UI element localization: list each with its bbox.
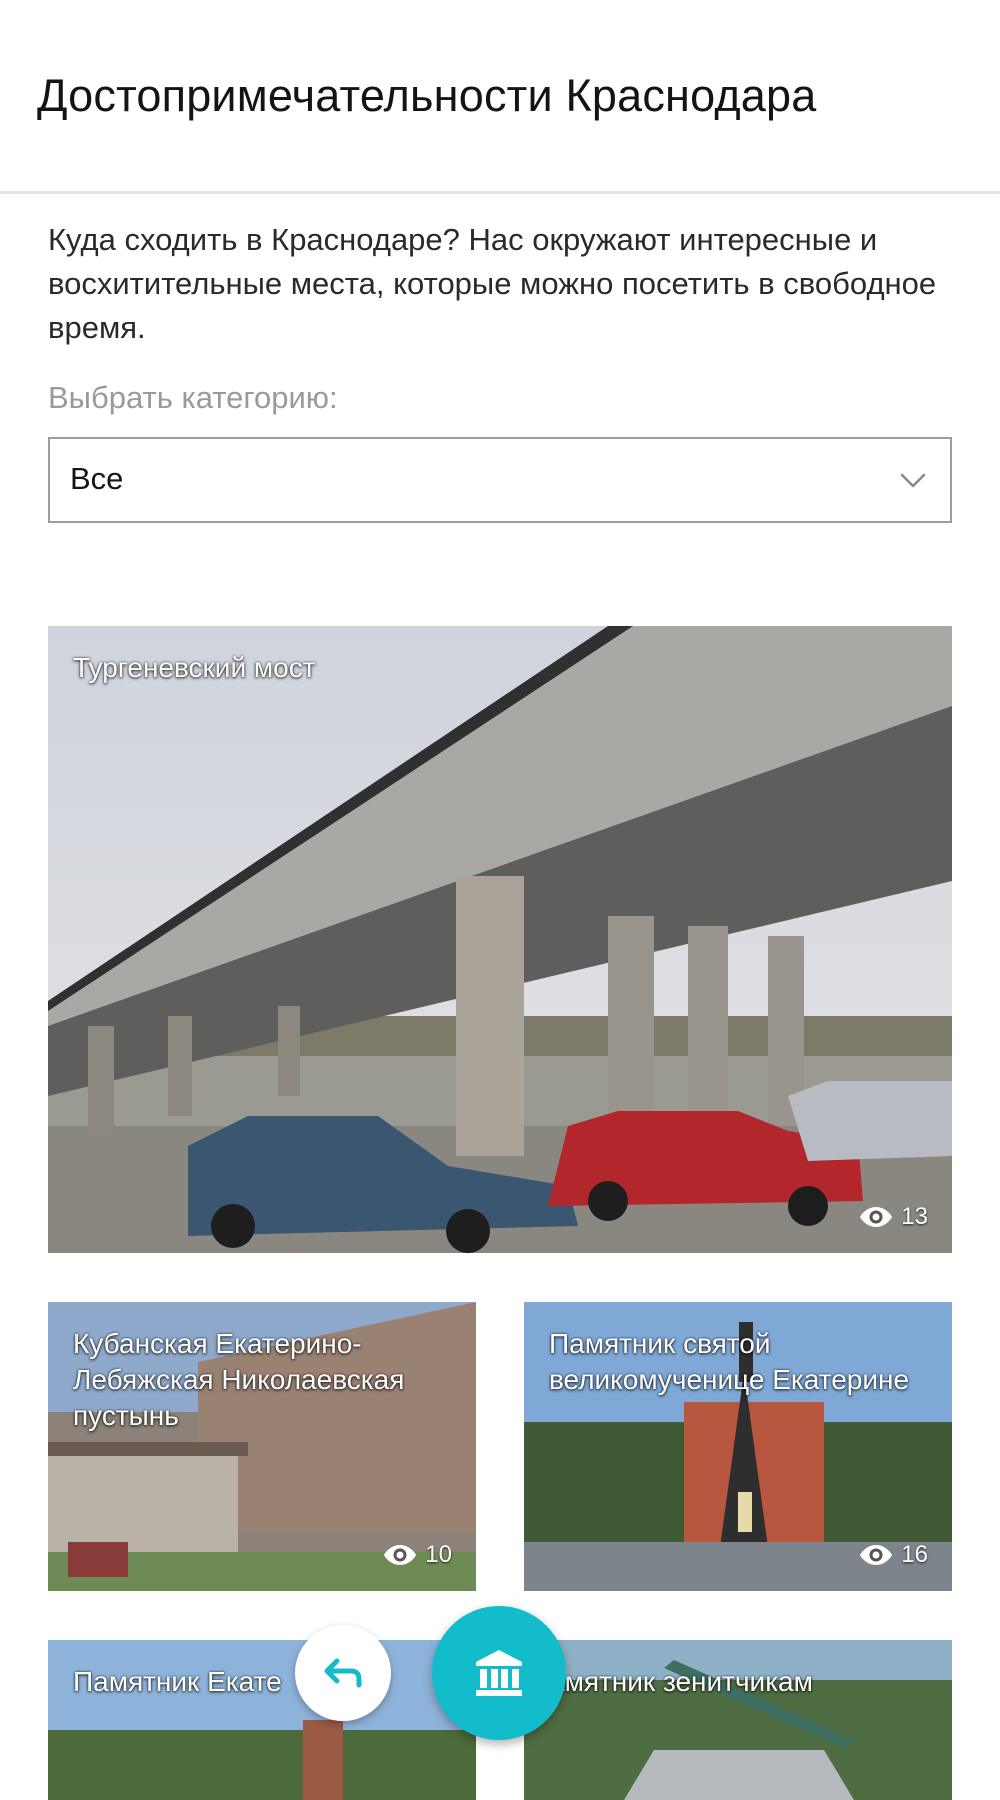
museum-icon	[476, 1650, 522, 1696]
main-content: Куда сходить в Краснодаре? Нас окружают …	[48, 218, 952, 523]
chevron-down-icon	[900, 473, 926, 488]
intro-text: Куда сходить в Краснодаре? Нас окружают …	[48, 222, 937, 345]
eye-icon	[860, 1207, 893, 1227]
category-label: Выбрать категорию:	[48, 380, 338, 415]
card-title: амятник зенитчикам	[549, 1666, 813, 1697]
card-photo-bridge	[48, 626, 952, 1253]
views-count: 16	[859, 1539, 928, 1571]
views-count: 10	[383, 1539, 452, 1571]
card-title: Памятник Екате	[73, 1666, 282, 1697]
views-number: 16	[901, 1541, 928, 1568]
attraction-card[interactable]: Тургеневский мост 13	[48, 626, 952, 1253]
views-count: 13	[859, 1201, 928, 1233]
eye-icon	[384, 1545, 417, 1565]
attraction-card[interactable]: Памятник святой великомученице Екатерине…	[524, 1302, 952, 1591]
attraction-card[interactable]: Кубанская Екатерино-Лебяжская Николаевск…	[48, 1302, 476, 1591]
attraction-card[interactable]: Памятник Екате	[48, 1640, 476, 1800]
eye-icon	[860, 1545, 893, 1565]
attractions-fab[interactable]	[432, 1606, 566, 1740]
category-select[interactable]: Все	[48, 437, 952, 523]
views-number: 10	[425, 1541, 452, 1568]
back-button[interactable]	[295, 1625, 391, 1721]
views-number: 13	[901, 1203, 928, 1230]
page-title: Достопримечательности Краснодара	[37, 70, 817, 121]
category-select-value: Все	[70, 461, 124, 496]
card-title: Кубанская Екатерино-Лебяжская Николаевск…	[73, 1328, 405, 1431]
card-title: Памятник святой великомученице Екатерине	[549, 1328, 910, 1395]
app-header: Достопримечательности Краснодара	[0, 0, 1000, 194]
card-title: Тургеневский мост	[73, 652, 316, 683]
back-arrow-icon	[324, 1658, 362, 1688]
attraction-card[interactable]: амятник зенитчикам	[524, 1640, 952, 1800]
